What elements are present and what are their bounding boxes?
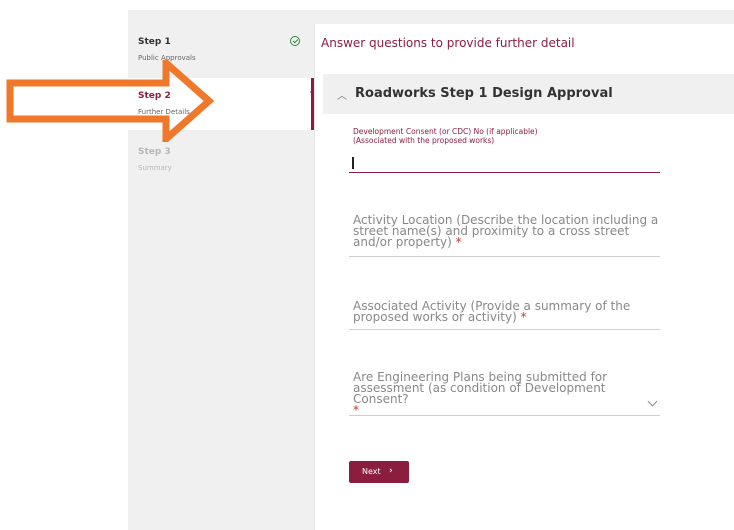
next-button-label: Next <box>362 467 381 476</box>
check-circle-icon <box>290 36 300 46</box>
required-marker: * <box>455 235 462 249</box>
field-label: Activity Location (Describe the location… <box>353 213 659 249</box>
field-label: Associated Activity (Provide a summary o… <box>353 299 631 324</box>
activity-location-field[interactable]: Activity Location (Describe the location… <box>349 213 660 259</box>
field-underline <box>349 415 660 416</box>
step-title: Step 1 <box>138 37 171 47</box>
text-cursor <box>352 157 354 169</box>
field-underline <box>349 329 660 330</box>
field-underline <box>349 172 660 173</box>
step-title: Step 3 <box>138 147 171 157</box>
next-button[interactable]: Next › <box>349 461 409 483</box>
step-subtitle: Summary <box>138 164 172 172</box>
section-title: Roadworks Step 1 Design Approval <box>355 86 613 101</box>
chevron-up-icon[interactable]: ︿ <box>337 87 347 102</box>
field-label: Development Consent (or CDC) No (if appl… <box>353 127 538 145</box>
associated-activity-field[interactable]: Associated Activity (Provide a summary o… <box>349 299 660 333</box>
arrow-right-icon <box>6 60 215 142</box>
required-marker: * <box>520 310 527 324</box>
active-step-indicator <box>310 88 314 96</box>
section-header[interactable]: ︿ Roadworks Step 1 Design Approval <box>323 74 734 114</box>
engineering-plans-select[interactable]: Are Engineering Plans being submitted fo… <box>349 371 660 418</box>
instruction-text: Answer questions to provide further deta… <box>321 36 575 50</box>
sidebar-divider <box>314 24 315 530</box>
development-consent-field[interactable]: Development Consent (or CDC) No (if appl… <box>349 127 660 175</box>
chevron-right-icon: › <box>389 466 393 476</box>
field-label: Are Engineering Plans being submitted fo… <box>349 371 660 416</box>
field-underline <box>349 256 660 257</box>
top-bar <box>128 10 734 24</box>
